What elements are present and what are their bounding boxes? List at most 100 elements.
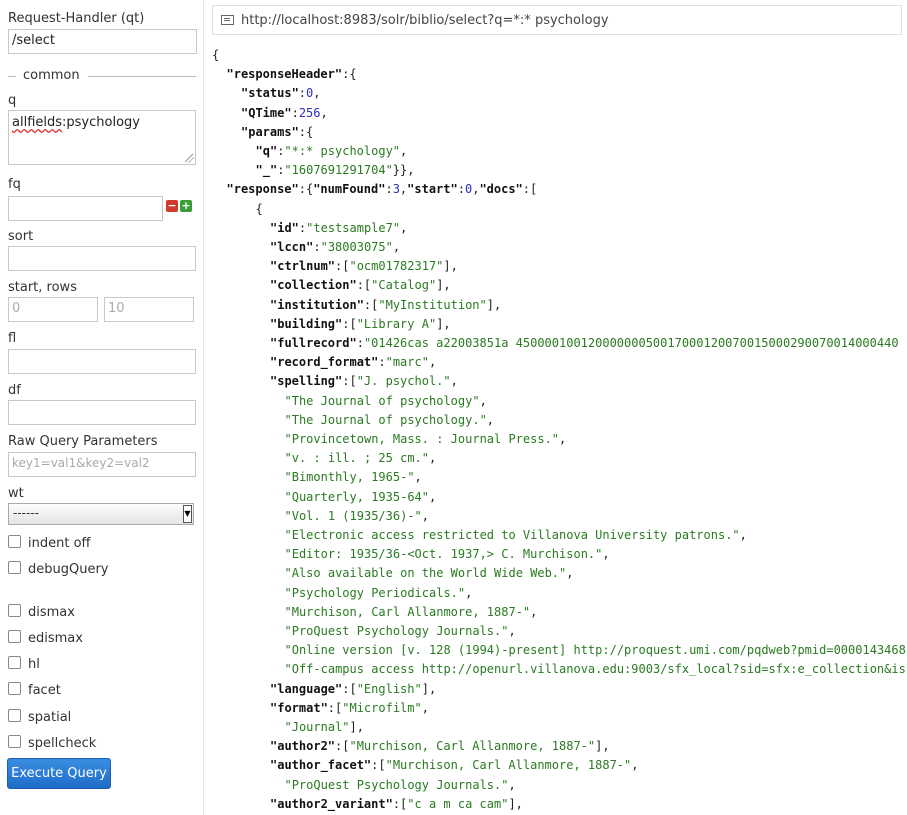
df-input[interactable] [8, 400, 196, 425]
json-line: "_":"1607691291704"}}, [256, 161, 415, 180]
json-key: "numFound" [313, 182, 386, 197]
json-punct: , [400, 220, 408, 235]
q-textarea[interactable]: allfields:psychology [8, 110, 196, 165]
dismax-label: dismax [28, 605, 75, 620]
resize-grip-icon[interactable] [185, 154, 194, 163]
json-key: "status" [241, 86, 299, 101]
json-number: 3 [392, 182, 400, 197]
json-line: "Quarterly, 1935-64", [285, 488, 437, 507]
json-string: "Quarterly, 1935-64" [284, 489, 430, 504]
json-line: "Murchison, Carl Allanmore, 1887-", [285, 603, 538, 622]
json-punct: ], [443, 259, 458, 274]
json-string: "English" [356, 681, 422, 696]
request-handler-label: Request-Handler (qt) [8, 11, 145, 26]
json-string: "*:* psychology" [284, 144, 401, 158]
json-punct: :{ [298, 124, 314, 139]
json-punct: :[ [356, 278, 372, 293]
json-line: "lccn":"38003075", [270, 238, 400, 257]
request-handler-input[interactable]: /select [8, 29, 197, 54]
json-key: "responseHeader" [226, 67, 343, 82]
json-string: "ProQuest Psychology Journals." [284, 777, 509, 792]
request-url-bar[interactable]: http://localhost:8983/solr/biblio/select… [212, 5, 902, 35]
json-punct: :[ [371, 758, 386, 773]
json-line: "responseHeader":{ [227, 65, 357, 84]
json-line: "Psychology Periodicals.", [285, 584, 473, 603]
json-line: "The Journal of psychology.", [285, 411, 495, 430]
fq-input[interactable] [8, 196, 163, 221]
execute-query-button[interactable]: Execute Query [7, 758, 111, 789]
json-punct: : [378, 355, 386, 370]
sort-input[interactable] [8, 246, 196, 271]
json-key: "fullrecord" [270, 336, 357, 350]
json-punct: , [429, 489, 437, 504]
q-label: q [8, 93, 17, 108]
json-line: "Online version [v. 128 (1994)-present] … [285, 641, 906, 660]
json-line: "Off-campus access http://openurl.villan… [285, 660, 906, 679]
json-line: "author_facet":["Murchison, Carl Allanmo… [270, 756, 638, 775]
json-string: "Murchison, Carl Allanmore, 1887-" [349, 739, 596, 754]
wt-select[interactable]: ------ ▼ [8, 503, 194, 525]
indent-off-label: indent off [28, 536, 91, 551]
json-string: "Also available on the World Wide Web." [284, 566, 567, 581]
json-string: "MyInstitution" [378, 297, 487, 312]
json-punct: ], [421, 681, 437, 696]
json-punct: :[ [342, 374, 357, 389]
json-line: "response":{"numFound":3,"start":0,"docs… [227, 180, 538, 199]
start-input[interactable]: 0 [8, 297, 98, 322]
json-line: "language":["English"], [270, 680, 436, 699]
json-key: "record_format" [270, 355, 379, 370]
json-key: "QTime" [241, 105, 292, 120]
json-key: "building" [270, 316, 343, 331]
json-key: "collection" [270, 278, 357, 293]
json-punct: :{ [342, 67, 357, 82]
json-punct: , [414, 470, 422, 485]
plus-icon[interactable]: + [180, 200, 192, 212]
json-string: "Off-campus access http://openurl.villan… [284, 662, 906, 677]
json-key: "author2" [270, 739, 336, 754]
json-line: "Electronic access restricted to Villano… [285, 526, 747, 545]
json-punct: : [457, 182, 465, 197]
json-key: "author_facet" [270, 758, 372, 773]
fl-input[interactable] [8, 349, 196, 374]
json-key: "lccn" [270, 240, 314, 254]
json-punct: :[ [335, 259, 350, 274]
json-punct: ], [436, 316, 451, 331]
q-value-spellcheck-word: allfields [12, 115, 63, 130]
json-punct: , [486, 412, 495, 427]
json-punct: :[ [335, 739, 350, 754]
json-line: "fullrecord":"01426cas a22003851a 450000… [270, 334, 899, 353]
json-punct: , [421, 700, 429, 715]
json-punct: { [212, 48, 220, 62]
json-punct: , [530, 604, 538, 619]
json-punct: , [400, 144, 408, 158]
common-legend-text: common [23, 68, 80, 83]
json-punct: , [428, 355, 437, 370]
json-string: "v. : ill. ; 25 cm." [284, 451, 430, 466]
edismax-label: edismax [28, 631, 83, 646]
json-punct: , [739, 528, 747, 542]
json-punct: , [313, 86, 321, 101]
json-key: "id" [270, 220, 299, 235]
json-string: "Library A" [356, 316, 437, 331]
start-rows-label: start, rows [8, 280, 77, 295]
minus-icon[interactable]: − [166, 200, 178, 212]
chevron-down-icon: ▼ [183, 505, 192, 523]
json-key: "author2_variant" [270, 796, 393, 811]
json-punct: ], [436, 278, 451, 293]
json-key: "_" [255, 163, 278, 178]
json-punct: : [356, 336, 364, 350]
json-punct: , [429, 451, 437, 466]
json-string: "Online version [v. 128 (1994)-present] … [284, 643, 906, 658]
json-punct: , [465, 585, 473, 600]
raw-params-input[interactable]: key1=val1&key2=val2 [8, 452, 196, 477]
json-punct: :[ [392, 796, 408, 811]
json-string: "Journal" [284, 720, 350, 734]
debugquery-label: debugQuery [28, 562, 109, 577]
request-url-link[interactable]: http://localhost:8983/solr/biblio/select… [241, 13, 609, 28]
json-punct: : [313, 240, 321, 254]
json-punct: :[ [363, 297, 379, 312]
json-line: "v. : ill. ; 25 cm.", [285, 449, 437, 468]
rows-input[interactable]: 10 [104, 297, 194, 322]
json-line: { [256, 200, 263, 219]
fl-label: fl [8, 331, 17, 346]
